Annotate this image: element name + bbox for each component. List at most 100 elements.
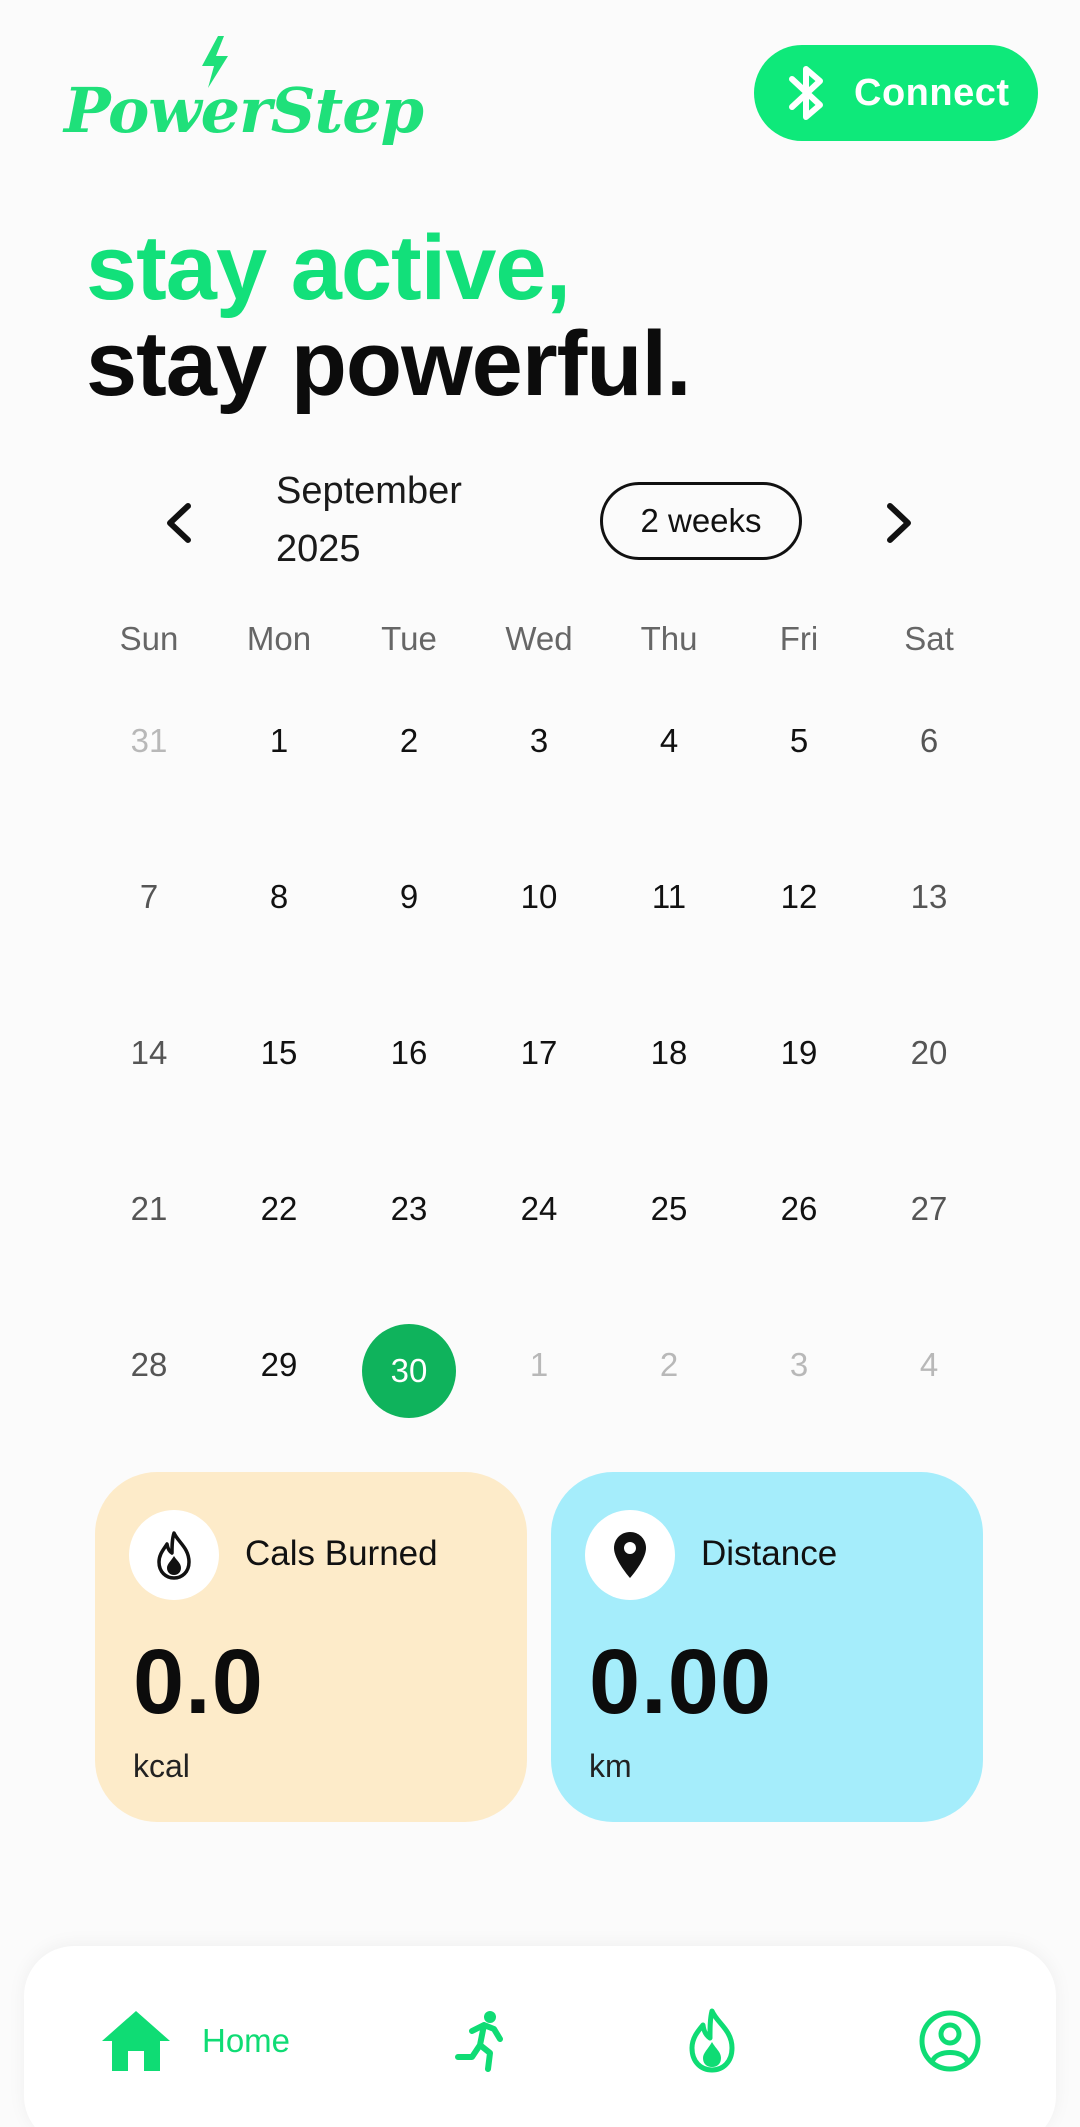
- headline: stay active, stay powerful.: [86, 217, 692, 415]
- calendar-day[interactable]: 15: [214, 1024, 344, 1180]
- calendar-day[interactable]: 10: [474, 868, 604, 1024]
- distance-value: 0.00: [589, 1631, 773, 1733]
- weekday-label: Fri: [779, 620, 819, 657]
- day-number: 25: [650, 1190, 688, 1227]
- calendar-day[interactable]: 24: [474, 1180, 604, 1336]
- distance-unit: km: [589, 1748, 632, 1784]
- day-number: 16: [390, 1034, 428, 1071]
- calendar-day[interactable]: 28: [84, 1336, 214, 1492]
- calendar-day[interactable]: 12: [734, 868, 864, 1024]
- calendar-day[interactable]: 26: [734, 1180, 864, 1336]
- weekday-label: Thu: [640, 620, 698, 657]
- day-number: 5: [789, 722, 809, 759]
- calendar-day[interactable]: 6: [864, 712, 994, 868]
- calendar-day[interactable]: 1: [474, 1336, 604, 1492]
- calendar-day[interactable]: 23: [344, 1180, 474, 1336]
- calendar-day[interactable]: 3: [734, 1336, 864, 1492]
- distance-icon-badge: [585, 1510, 675, 1600]
- distance-card[interactable]: Distance 0.00 km: [551, 1472, 983, 1822]
- running-icon: [455, 2011, 503, 2072]
- bottom-navigation: Home: [24, 1946, 1056, 2127]
- calendar-day[interactable]: 20: [864, 1024, 994, 1180]
- weekday-label: Wed: [505, 620, 573, 657]
- calendar-day[interactable]: 1: [214, 712, 344, 868]
- day-number: 29: [260, 1346, 298, 1383]
- calories-icon-badge: [129, 1510, 219, 1600]
- logo-wordmark: PowerStep: [64, 74, 424, 147]
- calendar-day[interactable]: 21: [84, 1180, 214, 1336]
- day-number: 19: [780, 1034, 818, 1071]
- day-number: 13: [910, 878, 948, 915]
- calendar-day[interactable]: 7: [84, 868, 214, 1024]
- calendar-day[interactable]: 16: [344, 1024, 474, 1180]
- day-number: 10: [520, 878, 558, 915]
- distance-title: Distance: [701, 1534, 838, 1573]
- day-number: 6: [919, 722, 939, 759]
- range-toggle-button[interactable]: 2 weeks: [600, 482, 802, 560]
- headline-line-2: stay powerful.: [86, 313, 692, 415]
- calories-title: Cals Burned: [245, 1534, 438, 1573]
- day-number: 26: [780, 1190, 818, 1227]
- calendar-day[interactable]: 4: [604, 712, 734, 868]
- calendar-day[interactable]: 13: [864, 868, 994, 1024]
- weekday-label: Sun: [119, 620, 179, 657]
- calendar-day[interactable]: 17: [474, 1024, 604, 1180]
- calendar-day[interactable]: 29: [214, 1336, 344, 1492]
- day-number: 30: [362, 1324, 456, 1418]
- previous-month-icon[interactable]: [158, 496, 202, 550]
- year: 2025: [276, 528, 361, 570]
- month-year-label: September 2025: [276, 462, 536, 578]
- calendar-day-selected[interactable]: 30: [344, 1324, 474, 1492]
- calendar-day[interactable]: 19: [734, 1024, 864, 1180]
- nav-profile[interactable]: [918, 1946, 982, 2127]
- profile-icon: [919, 2010, 981, 2072]
- headline-line-1: stay active,: [86, 217, 571, 319]
- day-number: 28: [130, 1346, 168, 1383]
- day-number: 12: [780, 878, 818, 915]
- next-month-icon[interactable]: [876, 496, 920, 550]
- day-number: 3: [789, 1346, 809, 1383]
- calories-card[interactable]: Cals Burned 0.0 kcal: [95, 1472, 527, 1822]
- day-number: 8: [269, 878, 289, 915]
- weekday-header: Sun Mon Tue Wed Thu Fri Sat: [84, 620, 994, 658]
- day-number: 9: [399, 878, 419, 915]
- month-name: September: [276, 470, 462, 512]
- calendar-day[interactable]: 8: [214, 868, 344, 1024]
- day-number: 1: [269, 722, 289, 759]
- calendar-day[interactable]: 27: [864, 1180, 994, 1336]
- weekday-label: Tue: [381, 620, 437, 657]
- calendar-day[interactable]: 2: [344, 712, 474, 868]
- day-number: 3: [529, 722, 549, 759]
- day-number: 4: [919, 1346, 939, 1383]
- connect-button[interactable]: Connect: [754, 45, 1038, 141]
- connect-label: Connect: [854, 71, 1010, 114]
- day-number: 15: [260, 1034, 298, 1071]
- day-number: 31: [130, 722, 168, 759]
- calendar-day[interactable]: 3: [474, 712, 604, 868]
- weekday-label: Sat: [904, 620, 954, 657]
- day-number: 11: [651, 878, 687, 915]
- calendar-day[interactable]: 4: [864, 1336, 994, 1492]
- calendar-day[interactable]: 22: [214, 1180, 344, 1336]
- calendar-day[interactable]: 14: [84, 1024, 214, 1180]
- calendar-day[interactable]: 11: [604, 868, 734, 1024]
- day-number: 17: [520, 1034, 558, 1071]
- location-pin-icon: [614, 1532, 646, 1578]
- calendar-day[interactable]: 5: [734, 712, 864, 868]
- calendar-day[interactable]: 31: [84, 712, 214, 868]
- nav-home[interactable]: Home: [100, 1946, 290, 2127]
- calendar-day[interactable]: 18: [604, 1024, 734, 1180]
- nav-calories[interactable]: [684, 1946, 740, 2127]
- calendar-grid: 31 1 2 3 4 5 6 7 8 9 10 11 12 13 14 15 1…: [84, 712, 994, 1492]
- nav-workout[interactable]: [454, 1946, 510, 2127]
- day-number: 1: [529, 1346, 549, 1383]
- powerstep-logo: PowerStep: [64, 36, 424, 156]
- home-icon: [102, 2011, 170, 2071]
- calendar-day[interactable]: 25: [604, 1180, 734, 1336]
- day-number: 18: [650, 1034, 688, 1071]
- calendar-day[interactable]: 9: [344, 868, 474, 1024]
- day-number: 27: [910, 1190, 948, 1227]
- calendar-day[interactable]: 2: [604, 1336, 734, 1492]
- flame-icon: [689, 2008, 735, 2073]
- day-number: 24: [520, 1190, 558, 1227]
